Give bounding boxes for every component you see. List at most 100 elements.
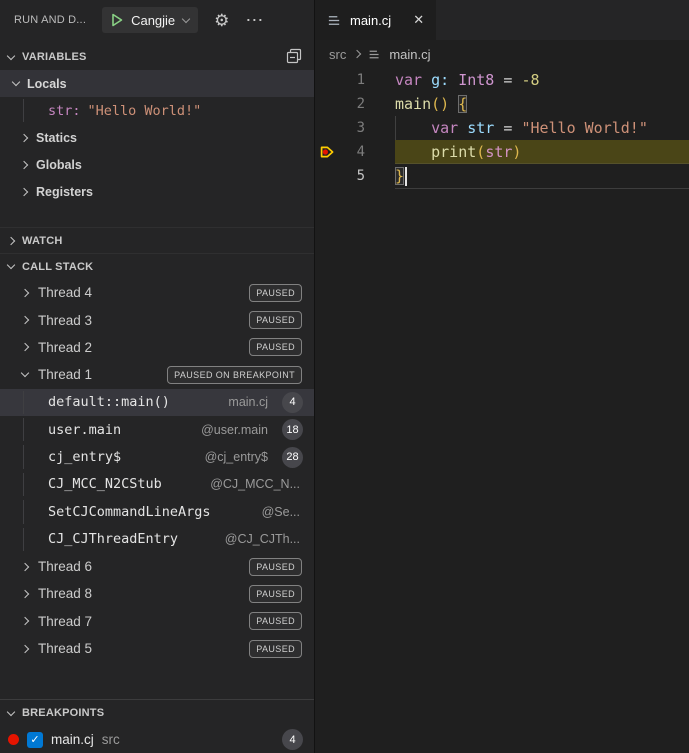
tree-indent-guide [23,99,24,122]
callstack-frame-row[interactable]: CJ_MCC_N2CStub@CJ_MCC_N... [0,471,314,498]
more-actions-icon[interactable]: ⋯ [245,11,264,29]
breadcrumb-folder[interactable]: src [329,47,346,62]
variables-group-label: Registers [36,185,93,199]
frame-name: SetCJCommandLineArgs [48,504,211,520]
tree-indent-guide [23,391,24,414]
variables-section-header[interactable]: VARIABLES [0,44,314,70]
frame-name: cj_entry$ [48,449,121,465]
callstack-thread-row[interactable]: Thread 4PAUSED [0,279,314,306]
callstack-thread-row[interactable]: Thread 5 PAUSED [0,635,314,662]
editor-tab-bar: main.cj ✕ [315,0,689,40]
thread-status-badge: PAUSED [249,558,302,576]
start-debugging-icon[interactable] [111,13,123,27]
callstack-frame-row[interactable]: SetCJCommandLineArgs@Se... [0,498,314,525]
chevron-down-icon [7,51,15,59]
thread-name: Thread 5 [38,641,92,656]
code-token: ( [476,143,485,161]
variables-group-row[interactable]: Globals [0,151,314,178]
thread-name: Thread 8 [38,586,92,601]
variables-group-row[interactable]: Statics [0,124,314,151]
chevron-right-icon [21,562,29,570]
frame-name: default::main() [48,394,170,410]
editor-area: main.cj ✕ src main.cj 1var g: Int8 = -82… [315,0,689,753]
locals-label: Locals [27,77,67,91]
tab-main-cj[interactable]: main.cj ✕ [315,0,436,40]
code-token: -8 [521,71,539,89]
breakpoint-checkbox[interactable]: ✓ [27,732,43,748]
chevron-right-icon [20,133,28,141]
thread-status-badge: PAUSED [249,640,302,658]
callstack-thread-row[interactable]: Thread 7PAUSED [0,608,314,635]
code-token: var [395,71,422,89]
collapse-all-icon[interactable] [286,48,302,67]
callstack-frame-row[interactable]: user.main@user.main18 [0,416,314,443]
code-token [449,71,458,89]
frame-location: @user.main [201,423,268,437]
thread-status-badge: PAUSED [249,612,302,630]
code-token: Int8 [458,71,494,89]
close-icon[interactable]: ✕ [413,12,424,28]
callstack-thread-row[interactable]: Thread 3PAUSED [0,306,314,333]
code-token: () [431,95,449,113]
frame-line-badge: 18 [282,419,303,440]
current-breakpoint-indicator[interactable] [315,144,339,160]
watch-section-header[interactable]: WATCH [0,227,314,253]
chevron-right-icon [21,590,29,598]
frame-location: @cj_entry$ [205,450,268,464]
code-line: 1var g: Int8 = -8 [315,68,689,92]
callstack-frame-row[interactable]: cj_entry$ @cj_entry$ 28 [0,443,314,470]
tree-indent-guide [23,500,24,523]
variables-group-label: Globals [36,158,82,172]
variable-row-str[interactable]: str: "Hello World!" [0,97,314,124]
code-token: = [494,119,521,137]
chevron-right-icon [21,617,29,625]
callstack-thread-row[interactable]: Thread 6 PAUSED [0,553,314,580]
callstack-frame-row[interactable]: CJ_CJThreadEntry@CJ_CJTh... [0,526,314,553]
code-token: = [494,71,521,89]
breakpoint-row[interactable]: ✓ main.cj src 4 [0,726,314,753]
breakpoint-count-badge: 4 [282,729,303,750]
chevron-right-icon [21,343,29,351]
call-stack-section-header[interactable]: CALL STACK [0,253,314,279]
code-line: 4 print(str) [315,140,689,164]
code-line-content[interactable]: } [395,164,689,188]
call-stack-header-label: CALL STACK [22,261,93,273]
callstack-thread-row[interactable]: Thread 2PAUSED [0,334,314,361]
code-token [395,143,431,161]
code-line-content[interactable]: main() { [395,92,689,116]
variable-name: str: [48,103,81,119]
frame-name: CJ_CJThreadEntry [48,531,178,547]
callstack-frame-row[interactable]: default::main()main.cj4 [0,389,314,416]
line-number: 3 [339,120,365,136]
code-line-content[interactable]: var str = "Hello World!" [395,116,689,140]
callstack-thread-row[interactable]: Thread 1 PAUSED ON BREAKPOINT [0,361,314,388]
code-line-content[interactable]: print(str) [395,140,689,164]
launch-config-dropdown[interactable]: Cangjie [102,7,198,33]
variables-scope-locals[interactable]: Locals [0,70,314,97]
code-line-content[interactable]: var g: Int8 = -8 [395,68,689,92]
tree-indent-guide [23,528,24,551]
code-line: 5} [315,164,689,188]
chevron-right-icon [20,187,28,195]
thread-name: Thread 1 [38,367,92,382]
line-number: 4 [339,144,365,160]
variables-group-label: Statics [36,131,77,145]
check-icon: ✓ [30,733,39,746]
code-token: "Hello World!" [521,119,647,137]
breadcrumb-file[interactable]: main.cj [389,47,430,62]
chevron-right-icon [20,160,28,168]
code-token [395,119,431,137]
code-token [458,119,467,137]
thread-status-badge: PAUSED ON BREAKPOINT [167,366,302,384]
thread-name: Thread 6 [38,559,92,574]
file-icon [368,48,381,61]
breakpoints-header-label: BREAKPOINTS [22,707,104,719]
code-token [449,95,458,113]
variables-group-row[interactable]: Registers [0,178,314,205]
gear-icon[interactable]: ⚙ [214,12,229,29]
breakpoints-section-header[interactable]: BREAKPOINTS [0,700,314,726]
frame-line-badge: 28 [282,447,303,468]
tree-indent-guide [23,418,24,441]
code-editor[interactable]: 1var g: Int8 = -82main() {3 var str = "H… [315,68,689,188]
callstack-thread-row[interactable]: Thread 8PAUSED [0,580,314,607]
